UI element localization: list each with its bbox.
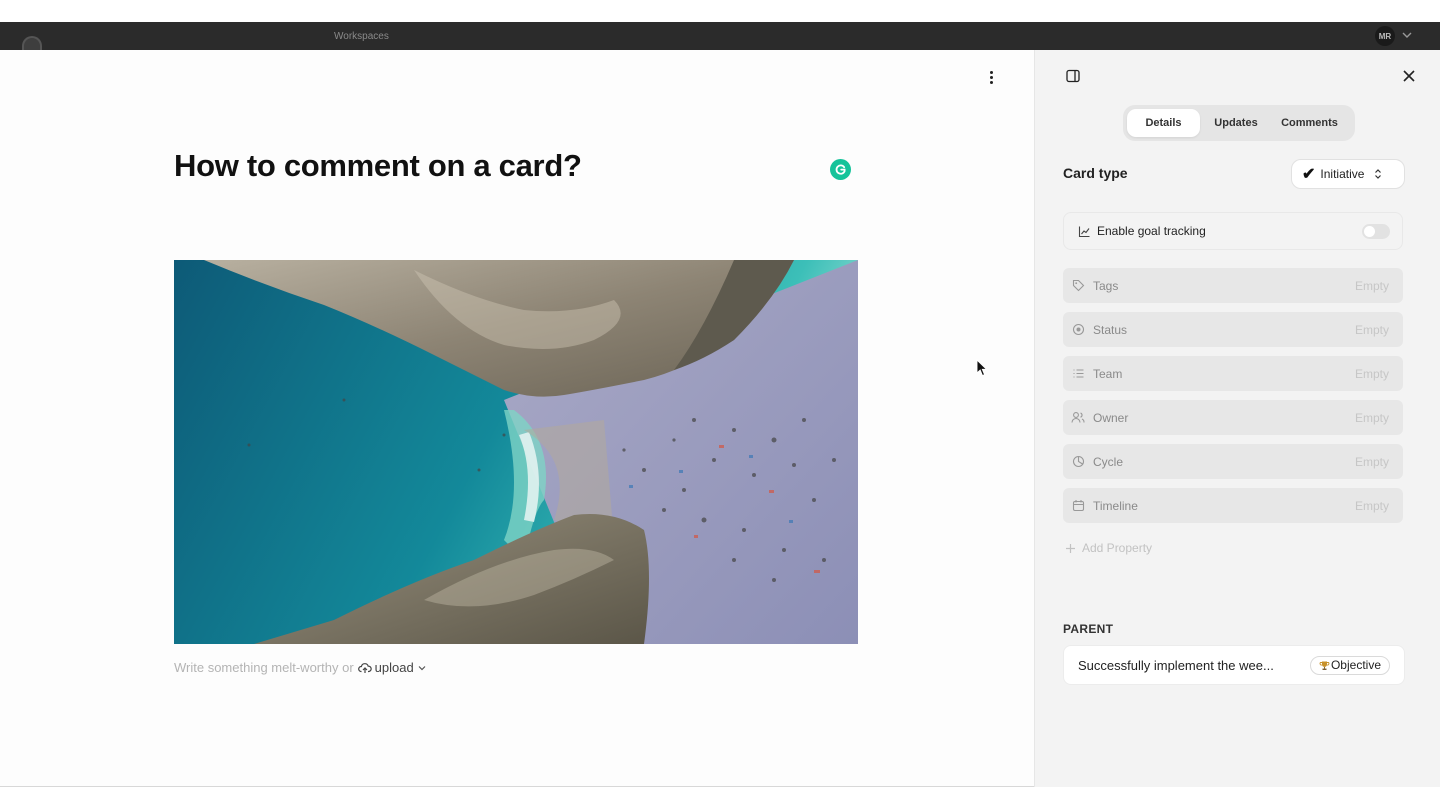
tab-details[interactable]: Details	[1127, 109, 1200, 137]
panel-tabs: Details Updates Comments	[1123, 105, 1355, 141]
status-icon	[1071, 323, 1085, 337]
card-type-select[interactable]: ✔ Initiative	[1291, 159, 1405, 189]
goal-tracking-label: Enable goal tracking	[1097, 224, 1206, 238]
property-value: Empty	[1354, 322, 1389, 337]
chevron-down-icon[interactable]	[1401, 29, 1413, 41]
mouse-cursor-icon	[976, 359, 988, 377]
list-icon	[1071, 367, 1085, 381]
app-logo[interactable]	[22, 36, 42, 50]
close-icon[interactable]	[1401, 68, 1417, 84]
page-footer-strip	[0, 788, 1440, 810]
goal-tracking-row: Enable goal tracking	[1063, 212, 1403, 250]
details-panel: Details Updates Comments Card type ✔ Ini…	[1034, 50, 1440, 787]
updown-chevron-icon	[1375, 169, 1382, 179]
parent-title: Successfully implement the wee...	[1078, 657, 1274, 673]
more-options-icon[interactable]	[982, 68, 1000, 86]
parent-card[interactable]: Successfully implement the wee... Object…	[1063, 645, 1405, 685]
property-label: Owner	[1093, 410, 1129, 425]
property-list: Tags Empty Status Empty Team Empty Owner…	[1063, 268, 1403, 532]
property-label: Team	[1093, 366, 1123, 381]
check-icon: ✔	[1302, 166, 1316, 183]
upload-button[interactable]: upload	[357, 660, 427, 675]
sidebar-toggle-icon[interactable]	[1065, 68, 1081, 84]
property-label: Tags	[1093, 278, 1119, 293]
property-label: Timeline	[1093, 498, 1138, 513]
goal-tracking-toggle[interactable]	[1362, 224, 1390, 239]
property-value: Empty	[1354, 278, 1389, 293]
property-owner[interactable]: Owner Empty	[1063, 400, 1403, 435]
tab-comments[interactable]: Comments	[1272, 109, 1347, 137]
add-property-label: Add Property	[1082, 541, 1153, 555]
plus-icon	[1066, 543, 1075, 553]
add-property-button[interactable]: Add Property	[1065, 541, 1152, 555]
calendar-icon	[1071, 499, 1085, 513]
editor-placeholder[interactable]: Write something melt-worthy or upload	[174, 660, 427, 675]
cycle-icon	[1071, 455, 1085, 469]
property-team[interactable]: Team Empty	[1063, 356, 1403, 391]
upload-label: upload	[374, 660, 414, 675]
property-tags[interactable]: Tags Empty	[1063, 268, 1403, 303]
property-value: Empty	[1354, 366, 1389, 381]
tab-updates[interactable]: Updates	[1200, 109, 1272, 137]
card-type-label: Card type	[1063, 165, 1128, 181]
property-value: Empty	[1354, 498, 1389, 513]
chevron-down-icon	[418, 665, 426, 670]
objective-label: Objective	[1330, 658, 1381, 672]
trophy-icon	[1319, 661, 1330, 670]
card-type-value: Initiative	[1320, 167, 1365, 181]
property-value: Empty	[1354, 410, 1389, 425]
workspaces-link[interactable]: Workspaces	[334, 31, 389, 42]
property-label: Status	[1093, 322, 1128, 337]
parent-section-label: PARENT	[1063, 622, 1114, 636]
property-label: Cycle	[1093, 454, 1124, 469]
placeholder-text: Write something melt-worthy or	[174, 660, 354, 675]
property-cycle[interactable]: Cycle Empty	[1063, 444, 1403, 479]
card-title[interactable]: How to comment on a card?	[174, 148, 582, 184]
cloud-upload-icon	[357, 662, 372, 673]
beach-cove-image	[174, 260, 858, 644]
card-editor: How to comment on a card? Write somethin…	[0, 50, 1034, 787]
users-icon	[1071, 411, 1085, 425]
card-modal: How to comment on a card? Write somethin…	[0, 50, 1440, 787]
app-topbar: Workspaces MR	[0, 22, 1440, 50]
property-value: Empty	[1354, 454, 1389, 469]
tag-icon	[1071, 279, 1085, 293]
property-timeline[interactable]: Timeline Empty	[1063, 488, 1403, 523]
property-status[interactable]: Status Empty	[1063, 312, 1403, 347]
objective-badge: Objective	[1309, 655, 1390, 675]
user-avatar[interactable]: MR	[1375, 26, 1395, 46]
grammarly-icon[interactable]	[830, 159, 851, 180]
chart-line-icon	[1078, 226, 1090, 237]
